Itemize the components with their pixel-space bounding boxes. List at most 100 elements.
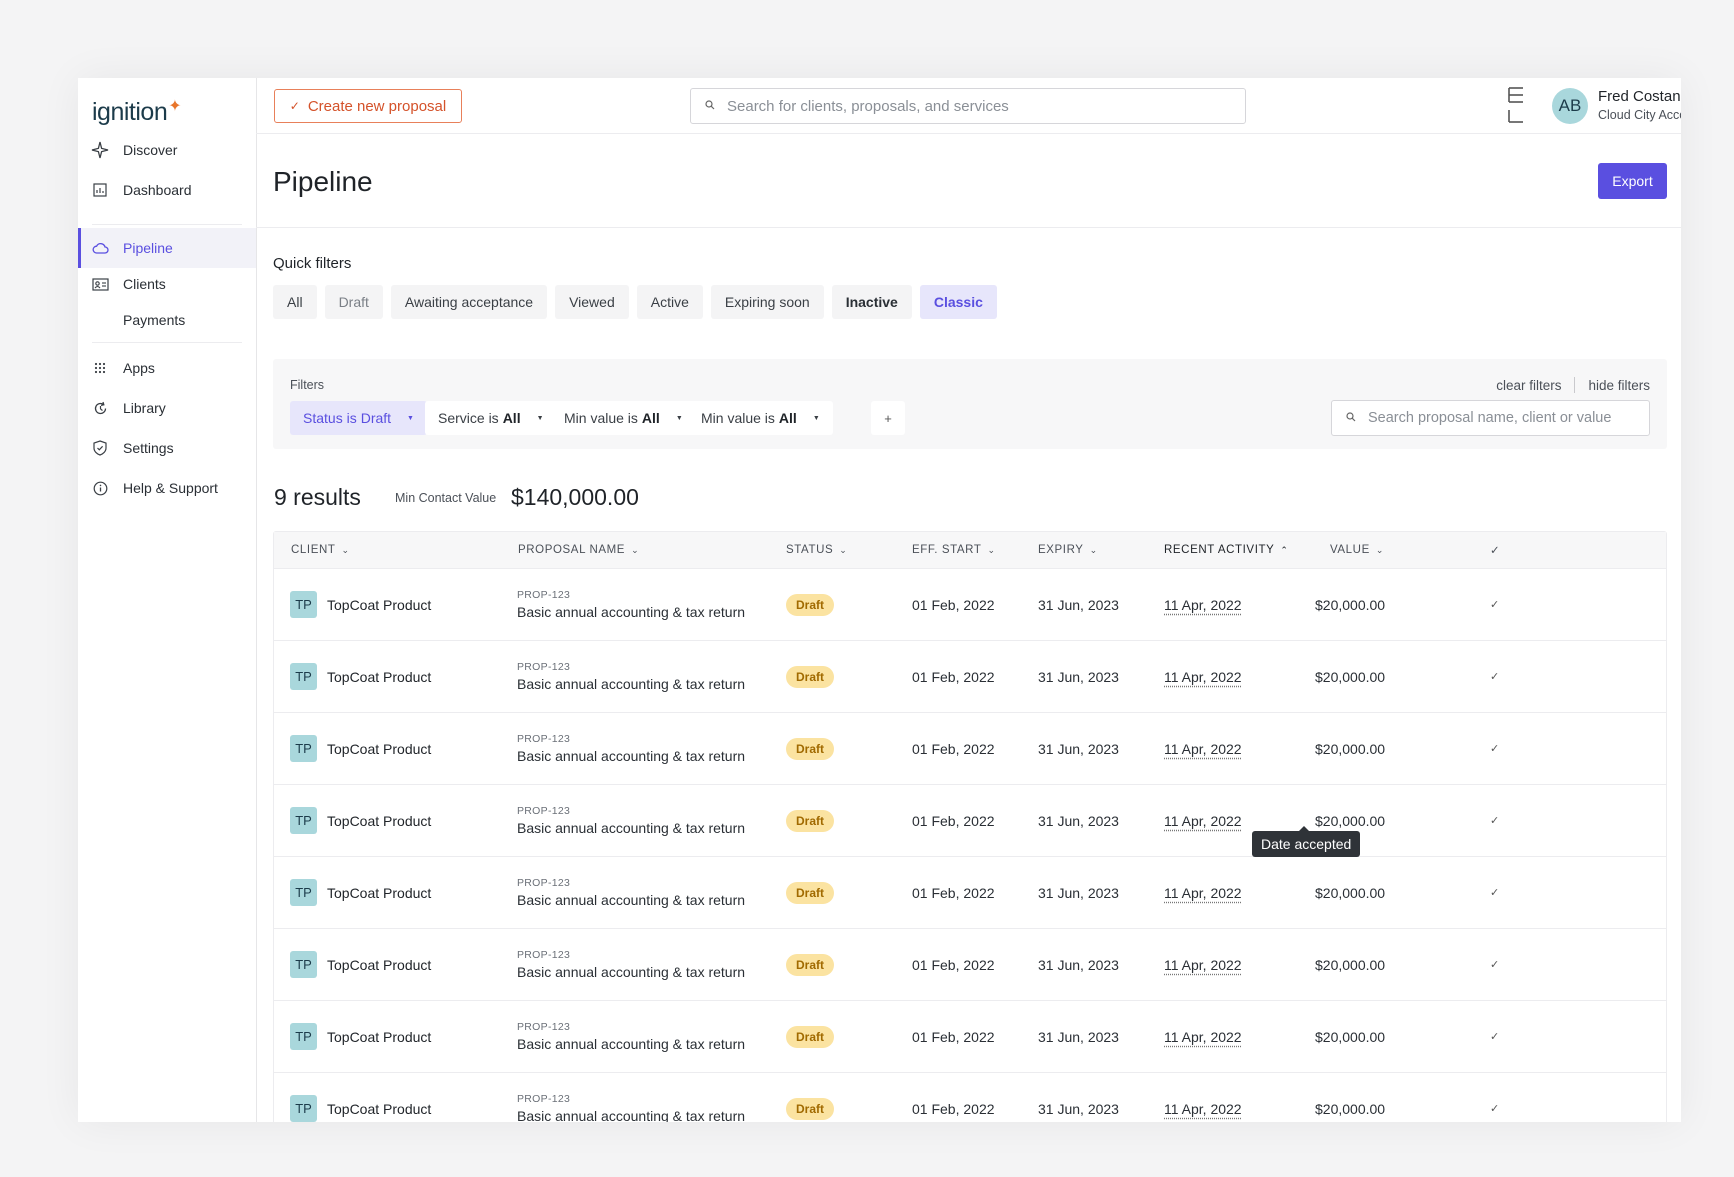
filters-panel: Filters clear filters hide filters Statu… (273, 359, 1667, 449)
eff-start-date: 01 Feb, 2022 (912, 596, 995, 613)
apps-menu-icon[interactable] (1505, 84, 1529, 126)
hide-filters-link[interactable]: hide filters (1588, 378, 1650, 393)
id-card-icon (91, 275, 109, 293)
row-check-icon[interactable]: ✓ (1490, 713, 1499, 784)
client-name[interactable]: TopCoat Product (327, 741, 431, 757)
sidebar-item-label: Payments (123, 312, 186, 328)
create-proposal-button[interactable]: ✓ Create new proposal (274, 89, 462, 123)
sidebar-item-library[interactable]: Library (78, 388, 256, 428)
proposal-name[interactable]: Basic annual accounting & tax return (517, 1036, 745, 1052)
add-filter-button[interactable]: + (871, 401, 905, 435)
recent-activity-cell: 11 Apr, 2022 (1164, 641, 1242, 712)
quick-filter-expiring-soon[interactable]: Expiring soon (710, 285, 824, 319)
proposal-name[interactable]: Basic annual accounting & tax return (517, 892, 745, 908)
client-name[interactable]: TopCoat Product (327, 597, 431, 613)
quick-filter-awaiting-acceptance[interactable]: Awaiting acceptance (390, 285, 548, 319)
proposal-name[interactable]: Basic annual accounting & tax return (517, 820, 745, 836)
table-row[interactable]: TP TopCoat Product PROP-123 Basic annual… (274, 929, 1666, 1001)
recent-activity-date[interactable]: 11 Apr, 2022 (1164, 1101, 1242, 1117)
proposal-cell: PROP-123 Basic annual accounting & tax r… (517, 713, 745, 784)
quick-filter-inactive[interactable]: Inactive (831, 285, 912, 319)
client-name[interactable]: TopCoat Product (327, 1029, 431, 1045)
user-menu[interactable]: AB Fred Costanza Cloud City Accounting ▼ (1552, 83, 1681, 129)
table-row[interactable]: TP TopCoat Product PROP-123 Basic annual… (274, 857, 1666, 929)
quick-filter-active[interactable]: Active (636, 285, 703, 319)
filter-chip-min-value[interactable]: Min value is All ▼ (551, 401, 696, 435)
expiry-date: 31 Jun, 2023 (1038, 1100, 1119, 1117)
quick-filter-classic[interactable]: Classic (919, 285, 997, 319)
row-check-icon[interactable]: ✓ (1490, 1001, 1499, 1072)
column-label: EFF. START (912, 544, 982, 556)
client-name[interactable]: TopCoat Product (327, 813, 431, 829)
sidebar-item-label: Apps (123, 360, 155, 376)
proposal-cell: PROP-123 Basic annual accounting & tax r… (517, 1001, 745, 1072)
column-header-expiry[interactable]: EXPIRY ⌄ (1038, 532, 1098, 568)
table-row[interactable]: TP TopCoat Product PROP-123 Basic annual… (274, 713, 1666, 785)
proposal-name[interactable]: Basic annual accounting & tax return (517, 748, 745, 764)
client-name[interactable]: TopCoat Product (327, 885, 431, 901)
row-check-icon[interactable]: ✓ (1490, 857, 1499, 928)
table-row[interactable]: TP TopCoat Product PROP-123 Basic annual… (274, 1001, 1666, 1073)
sidebar-item-dashboard[interactable]: Dashboard (78, 170, 256, 210)
recent-activity-date[interactable]: 11 Apr, 2022 (1164, 1029, 1242, 1045)
proposal-search-input[interactable] (1366, 409, 1640, 427)
value-cell: $20,000.00 (1315, 1028, 1386, 1045)
client-name[interactable]: TopCoat Product (327, 1101, 431, 1117)
column-label: CLIENT (291, 544, 336, 556)
global-search[interactable] (690, 88, 1246, 124)
expiry-date: 31 Jun, 2023 (1038, 596, 1119, 613)
client-name[interactable]: TopCoat Product (327, 669, 431, 685)
chip-prefix: Status is (303, 410, 357, 426)
proposal-search[interactable] (1331, 400, 1650, 436)
sidebar-item-settings[interactable]: Settings (78, 428, 256, 468)
quick-filter-draft[interactable]: Draft (324, 285, 383, 319)
proposal-name[interactable]: Basic annual accounting & tax return (517, 964, 745, 980)
clear-filters-link[interactable]: clear filters (1496, 378, 1561, 393)
proposal-name[interactable]: Basic annual accounting & tax return (517, 676, 745, 692)
column-header-client[interactable]: CLIENT ⌄ (291, 532, 350, 568)
quick-filter-viewed[interactable]: Viewed (555, 285, 629, 319)
sidebar-item-help-support[interactable]: Help & Support (78, 468, 256, 508)
recent-activity-date[interactable]: 11 Apr, 2022 (1164, 741, 1242, 757)
filter-chip-service[interactable]: Service is All ▼ (425, 401, 557, 435)
status-cell: Draft (786, 929, 835, 1000)
column-header-value[interactable]: VALUE ⌄ (1330, 532, 1384, 568)
status-cell: Draft (786, 1001, 835, 1072)
sidebar-item-apps[interactable]: Apps (78, 348, 256, 388)
global-search-input[interactable] (725, 96, 1209, 116)
proposal-name[interactable]: Basic annual accounting & tax return (517, 604, 745, 620)
sidebar-item-clients[interactable]: Clients (78, 264, 256, 304)
column-header-eff-start[interactable]: EFF. START ⌄ (912, 532, 996, 568)
recent-activity-date[interactable]: 11 Apr, 2022 (1164, 669, 1242, 685)
table-row[interactable]: TP TopCoat Product PROP-123 Basic annual… (274, 785, 1666, 857)
select-all-check-icon[interactable]: ✓ (1490, 532, 1500, 568)
column-header-proposal-name[interactable]: PROPOSAL NAME ⌄ (518, 532, 639, 568)
status-cell: Draft (786, 713, 835, 784)
proposal-name[interactable]: Basic annual accounting & tax return (517, 1108, 745, 1122)
column-header-recent-activity[interactable]: RECENT ACTIVITY ⌃ (1164, 532, 1289, 568)
recent-activity-date[interactable]: 11 Apr, 2022 (1164, 957, 1242, 973)
divider (1574, 377, 1576, 393)
client-name[interactable]: TopCoat Product (327, 957, 431, 973)
table-row[interactable]: TP TopCoat Product PROP-123 Basic annual… (274, 641, 1666, 713)
sidebar-item-discover[interactable]: Discover (78, 130, 256, 170)
ignition-logo[interactable]: ignition ✦ (92, 98, 182, 127)
quick-filter-all[interactable]: All (273, 285, 317, 319)
recent-activity-date[interactable]: 11 Apr, 2022 (1164, 813, 1242, 829)
column-header-status[interactable]: STATUS ⌄ (786, 532, 847, 568)
sidebar-item-pipeline[interactable]: Pipeline (78, 228, 256, 268)
sidebar-item-payments[interactable]: Payments (78, 300, 256, 340)
recent-activity-date[interactable]: 11 Apr, 2022 (1164, 885, 1242, 901)
table-row[interactable]: TP TopCoat Product PROP-123 Basic annual… (274, 1073, 1666, 1122)
row-check-icon[interactable]: ✓ (1490, 929, 1499, 1000)
table-row[interactable]: TP TopCoat Product PROP-123 Basic annual… (274, 569, 1666, 641)
row-check-icon[interactable]: ✓ (1490, 1073, 1499, 1122)
export-button[interactable]: Export (1598, 163, 1667, 199)
filter-chip-min-value-2[interactable]: Min value is All ▼ (688, 401, 833, 435)
row-check-icon[interactable]: ✓ (1490, 569, 1499, 640)
recent-activity-date[interactable]: 11 Apr, 2022 (1164, 597, 1242, 613)
caret-down-icon: ▼ (407, 414, 414, 422)
filter-chip-status[interactable]: Status is Draft ▼ (290, 401, 427, 435)
row-check-icon[interactable]: ✓ (1490, 785, 1499, 856)
row-check-icon[interactable]: ✓ (1490, 641, 1499, 712)
